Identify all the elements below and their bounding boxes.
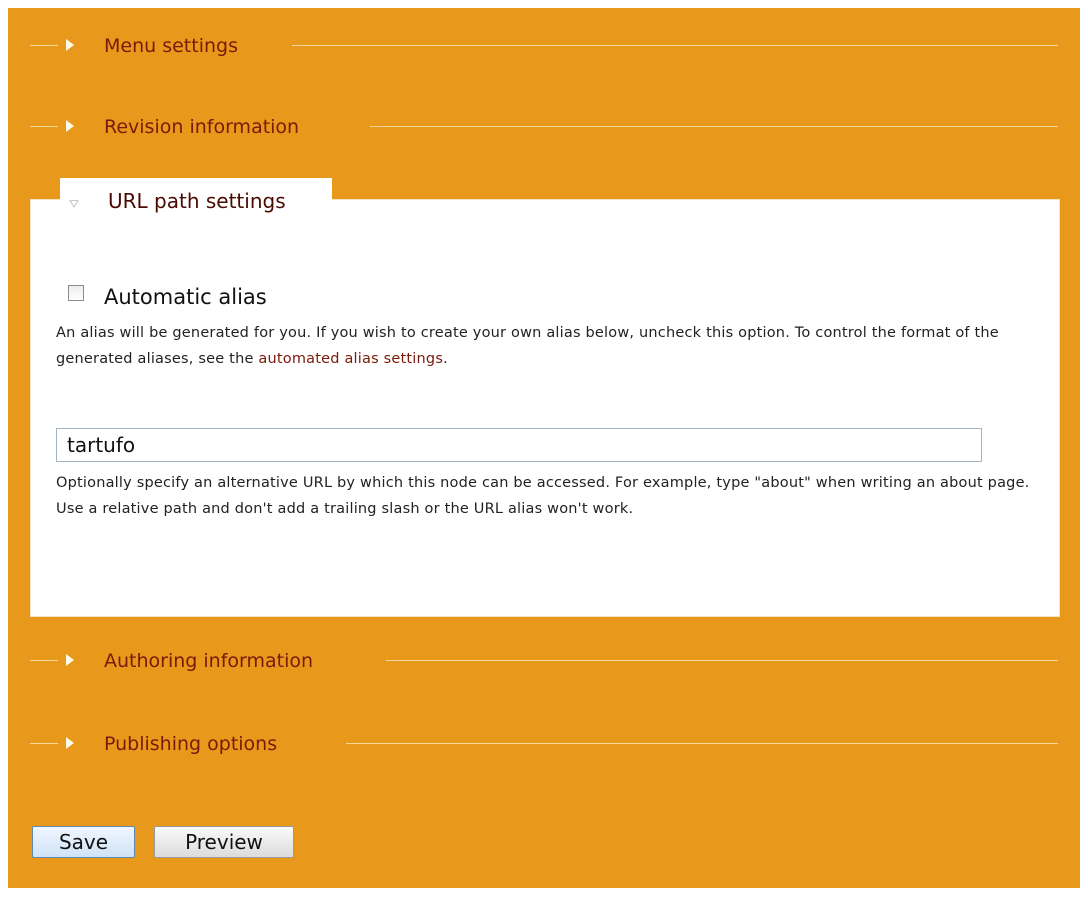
fieldset-border xyxy=(30,660,58,661)
expand-arrow-icon[interactable] xyxy=(66,737,74,749)
fieldset-border xyxy=(346,743,1058,744)
automatic-alias-description: An alias will be generated for you. If y… xyxy=(56,320,1040,372)
collapse-arrow-icon[interactable] xyxy=(69,200,79,208)
fieldset-border xyxy=(30,743,58,744)
fieldset-border xyxy=(386,660,1058,661)
alias-description-end: . xyxy=(443,351,448,367)
url-path-settings-toggle[interactable]: URL path settings xyxy=(108,186,286,216)
authoring-information-toggle[interactable]: Authoring information xyxy=(104,646,313,676)
expand-arrow-icon[interactable] xyxy=(66,39,74,51)
fieldset-border xyxy=(30,126,58,127)
automatic-alias-checkbox[interactable] xyxy=(68,285,84,301)
publishing-options-toggle[interactable]: Publishing options xyxy=(104,729,277,759)
save-button[interactable]: Save xyxy=(32,826,135,858)
automatic-alias-label[interactable]: Automatic alias xyxy=(104,282,267,312)
expand-arrow-icon[interactable] xyxy=(66,654,74,666)
fieldset-publishing-options: Publishing options xyxy=(30,729,1058,759)
fieldset-border xyxy=(30,45,58,46)
automated-alias-settings-link[interactable]: automated alias settings xyxy=(258,351,443,367)
url-alias-input[interactable] xyxy=(56,428,982,462)
fieldset-menu-settings: Menu settings xyxy=(30,31,1058,61)
url-alias-description: Optionally specify an alternative URL by… xyxy=(56,475,1030,517)
menu-settings-toggle[interactable]: Menu settings xyxy=(104,31,238,61)
alias-description-text: An alias will be generated for you. If y… xyxy=(56,325,999,367)
fieldset-revision-information: Revision information xyxy=(30,112,1058,142)
fieldset-border xyxy=(292,45,1058,46)
expand-arrow-icon[interactable] xyxy=(66,120,74,132)
fieldset-authoring-information: Authoring information xyxy=(30,646,1058,676)
preview-button[interactable]: Preview xyxy=(154,826,294,858)
fieldset-border xyxy=(370,126,1058,127)
fieldset-url-path-settings xyxy=(30,199,1060,617)
revision-information-toggle[interactable]: Revision information xyxy=(104,112,299,142)
